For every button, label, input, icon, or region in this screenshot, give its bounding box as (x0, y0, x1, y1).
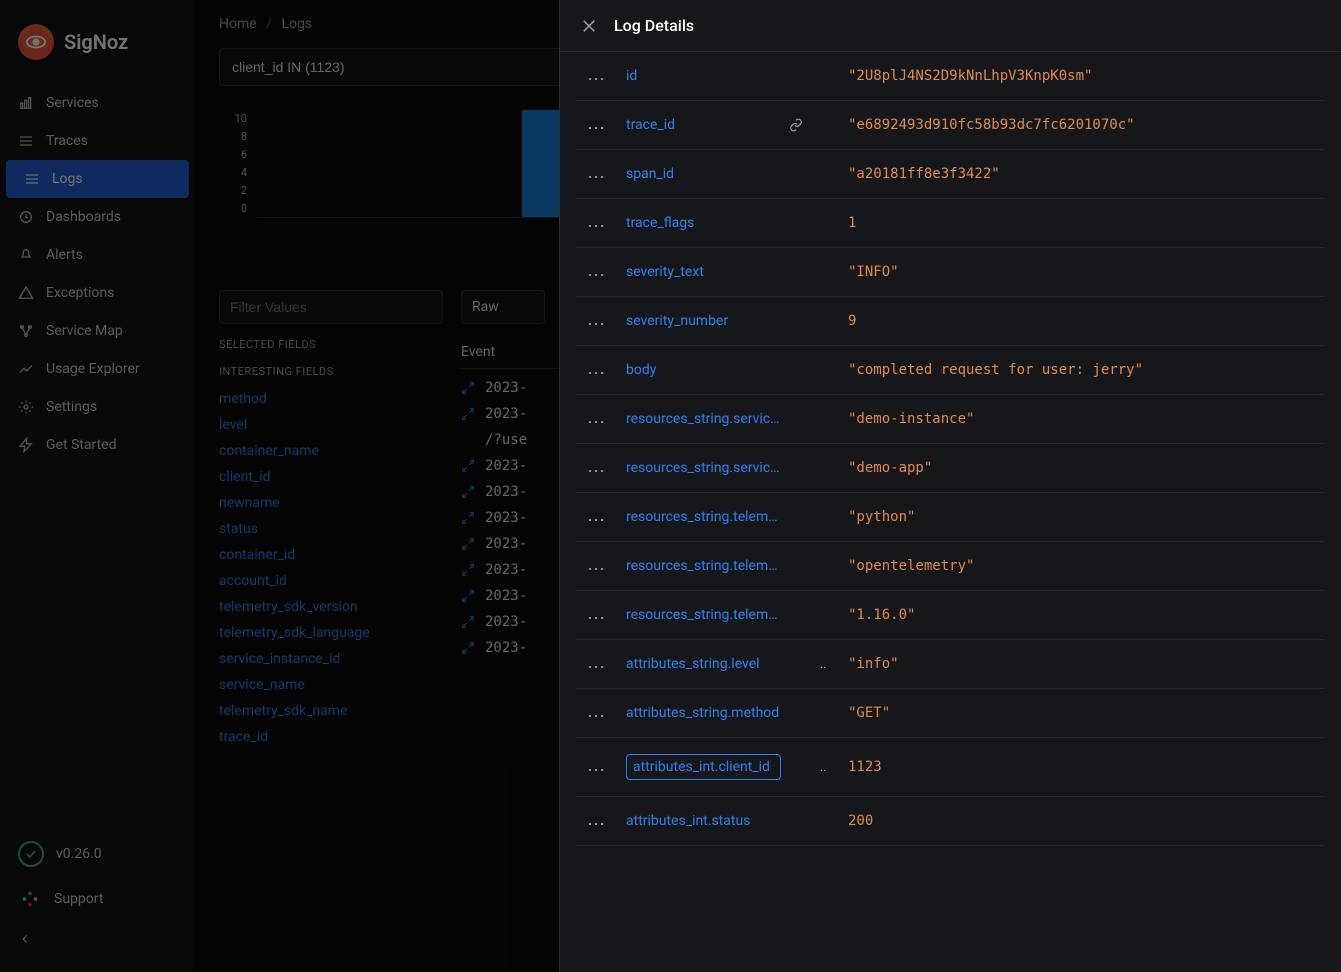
attr-key[interactable]: attributes_int.client_id (626, 754, 781, 780)
attr-actions-button[interactable]: ... (588, 813, 612, 829)
log-details-title: Log Details (614, 16, 694, 35)
attr-value: "demo-app" (848, 460, 932, 476)
attr-row: ... trace_flags 1 (576, 199, 1325, 248)
attr-value: 200 (848, 813, 873, 829)
attr-value: "completed request for user: jerry" (848, 362, 1143, 378)
attr-actions-button[interactable]: ... (588, 68, 612, 84)
attr-key[interactable]: resources_string.service. (626, 460, 781, 476)
attr-key[interactable]: severity_number (626, 313, 781, 329)
attr-value: "info" (848, 656, 899, 672)
attr-key[interactable]: id (626, 68, 781, 84)
attr-value: "a20181ff8e3f3422" (848, 166, 1000, 182)
attr-actions-button[interactable]: ... (588, 264, 612, 280)
attr-actions-button[interactable]: ... (588, 460, 612, 476)
truncate-indicator: .. (820, 657, 834, 671)
attr-actions-button[interactable]: ... (588, 411, 612, 427)
attr-actions-button[interactable]: ... (588, 759, 612, 775)
attr-actions-button[interactable]: ... (588, 558, 612, 574)
attr-actions-button[interactable]: ... (588, 215, 612, 231)
attr-key[interactable]: trace_id (626, 117, 781, 133)
attr-row: ... resources_string.service. "demo-instan… (576, 395, 1325, 444)
attr-value: "python" (848, 509, 915, 525)
attr-key[interactable]: attributes_string.level (626, 656, 781, 672)
attr-row: ... resources_string.telemetr "1.16.0" (576, 591, 1325, 640)
attr-key[interactable]: resources_string.telemetr (626, 509, 781, 525)
attr-actions-button[interactable]: ... (588, 656, 612, 672)
attr-row: ... id "2U8plJ4NS2D9kNnLhpV3KnpK0sm" (576, 52, 1325, 101)
attr-key[interactable]: resources_string.telemetr (626, 607, 781, 623)
attr-row: ... resources_string.service. "demo-app" (576, 444, 1325, 493)
attr-row: ... resources_string.telemetr "python" (576, 493, 1325, 542)
attr-actions-button[interactable]: ... (588, 705, 612, 721)
link-icon[interactable] (789, 118, 803, 132)
attr-key[interactable]: attributes_int.status (626, 813, 781, 829)
attr-actions-button[interactable]: ... (588, 117, 612, 133)
attr-row: ... severity_number 9 (576, 297, 1325, 346)
attr-row: ... attributes_int.status 200 (576, 797, 1325, 846)
attr-row: ... body "completed request for user: jerr… (576, 346, 1325, 395)
attr-actions-button[interactable]: ... (588, 509, 612, 525)
close-icon[interactable] (580, 17, 598, 35)
attr-row: ... trace_id "e6892493d910fc58b93dc7fc6201… (576, 101, 1325, 150)
attr-key[interactable]: body (626, 362, 781, 378)
attr-key[interactable]: trace_flags (626, 215, 781, 231)
attr-value: "1.16.0" (848, 607, 915, 623)
attr-value: "e6892493d910fc58b93dc7fc6201070c" (848, 117, 1135, 133)
attr-actions-button[interactable]: ... (588, 313, 612, 329)
attr-value: "INFO" (848, 264, 899, 280)
attr-key[interactable]: resources_string.service. (626, 411, 781, 427)
attr-actions-button[interactable]: ... (588, 362, 612, 378)
attr-row: ... attributes_int.client_id.. 1123 (576, 738, 1325, 797)
attr-value: "2U8plJ4NS2D9kNnLhpV3KnpK0sm" (848, 68, 1092, 84)
attr-value: "opentelemetry" (848, 558, 974, 574)
attr-row: ... severity_text "INFO" (576, 248, 1325, 297)
truncate-indicator: .. (820, 760, 834, 774)
attr-value: 1 (848, 215, 856, 231)
attr-actions-button[interactable]: ... (588, 166, 612, 182)
attr-row: ... attributes_string.level.. "info" (576, 640, 1325, 689)
attr-value: "demo-instance" (848, 411, 974, 427)
attr-value: 1123 (848, 759, 882, 775)
attr-row: ... span_id "a20181ff8e3f3422" (576, 150, 1325, 199)
attr-value: "GET" (848, 705, 890, 721)
log-details-panel: Log Details ... id "2U8plJ4NS2D9kNnLhpV3Kn… (559, 0, 1341, 972)
attr-key[interactable]: span_id (626, 166, 781, 182)
attr-actions-button[interactable]: ... (588, 607, 612, 623)
attr-key[interactable]: resources_string.telemetr (626, 558, 781, 574)
attr-key[interactable]: attributes_string.method (626, 705, 781, 721)
attr-value: 9 (848, 313, 856, 329)
attr-row: ... attributes_string.method "GET" (576, 689, 1325, 738)
attr-key[interactable]: severity_text (626, 264, 781, 280)
attr-row: ... resources_string.telemetr "opentelemet… (576, 542, 1325, 591)
